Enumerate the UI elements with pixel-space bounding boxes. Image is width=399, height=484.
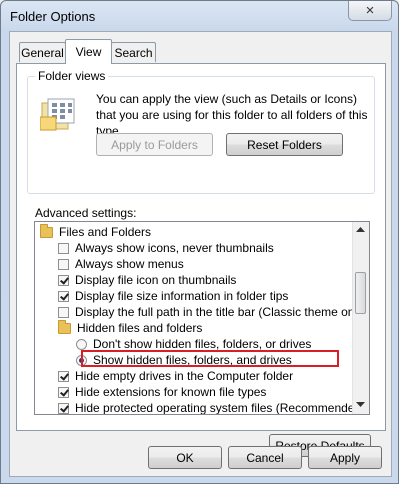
option-label: Display file icon on thumbnails bbox=[75, 273, 237, 287]
option-label: Hide protected operating system files (R… bbox=[75, 401, 366, 415]
tree-item-label: Files and Folders bbox=[59, 225, 152, 239]
option-label: Always show icons, never thumbnails bbox=[75, 241, 274, 255]
option-hide-extensions[interactable]: Hide extensions for known file types bbox=[58, 384, 266, 400]
option-label: Show hidden files, folders, and drives bbox=[93, 353, 292, 367]
option-label: Hide empty drives in the Computer folder bbox=[75, 369, 294, 383]
folder-options-window: Folder Options × General View Search Fol… bbox=[0, 0, 399, 484]
apply-to-folders-button[interactable]: Apply to Folders bbox=[96, 133, 213, 156]
option-display-file-icon[interactable]: Display file icon on thumbnails bbox=[58, 272, 236, 288]
view-tab-panel: Folder views You can apply the view (suc… bbox=[16, 63, 386, 457]
radio-button[interactable] bbox=[76, 338, 87, 350]
checkbox-checked[interactable] bbox=[58, 402, 69, 414]
checkbox[interactable] bbox=[58, 242, 69, 254]
option-hide-empty-drives[interactable]: Hide empty drives in the Computer folder bbox=[58, 368, 293, 384]
option-display-file-size[interactable]: Display file size information in folder … bbox=[58, 288, 288, 304]
advanced-settings-tree[interactable]: Files and Folders Always show icons, nev… bbox=[34, 221, 370, 415]
folder-views-icon bbox=[40, 98, 75, 131]
folder-views-label: Folder views bbox=[35, 69, 109, 83]
advanced-settings-label: Advanced settings: bbox=[35, 206, 137, 220]
folder-views-description: You can apply the view (such as Details … bbox=[96, 92, 368, 138]
close-button[interactable]: × bbox=[348, 1, 392, 21]
window-title: Folder Options bbox=[10, 9, 96, 24]
option-label: Display the full path in the title bar (… bbox=[75, 305, 368, 319]
scroll-down-arrow-icon[interactable] bbox=[356, 402, 365, 408]
scroll-up-arrow-icon[interactable] bbox=[356, 227, 365, 233]
checkbox-checked[interactable] bbox=[58, 370, 69, 382]
apply-button[interactable]: Apply bbox=[308, 446, 382, 469]
tab-general[interactable]: General bbox=[19, 42, 66, 62]
tab-search-label: Search bbox=[114, 45, 153, 60]
checkbox-checked[interactable] bbox=[58, 386, 69, 398]
scrollbar-thumb[interactable] bbox=[355, 272, 366, 314]
tree-item-hidden-files[interactable]: Hidden files and folders bbox=[58, 319, 203, 336]
tree-scrollbar[interactable] bbox=[352, 222, 369, 414]
option-label: Display file size information in folder … bbox=[75, 289, 289, 303]
dialog-client-area: General View Search Folder views You can… bbox=[9, 31, 392, 477]
close-icon: × bbox=[365, 2, 375, 19]
option-hide-protected-files[interactable]: Hide protected operating system files (R… bbox=[58, 400, 366, 415]
tree-item-files-and-folders[interactable]: Files and Folders bbox=[40, 223, 152, 240]
checkbox[interactable] bbox=[58, 258, 69, 270]
checkbox[interactable] bbox=[58, 306, 69, 318]
ok-button[interactable]: OK bbox=[148, 446, 222, 469]
option-label: Hide extensions for known file types bbox=[75, 385, 267, 399]
reset-folders-button[interactable]: Reset Folders bbox=[226, 133, 343, 156]
option-label: Always show menus bbox=[75, 257, 184, 271]
title-bar[interactable]: Folder Options × bbox=[1, 1, 398, 31]
cancel-button[interactable]: Cancel bbox=[228, 446, 302, 469]
option-show-hidden[interactable]: Show hidden files, folders, and drives bbox=[76, 352, 292, 368]
checkbox-checked[interactable] bbox=[58, 274, 69, 286]
option-always-show-menus[interactable]: Always show menus bbox=[58, 256, 184, 272]
tab-search[interactable]: Search bbox=[111, 42, 156, 62]
option-label: Don't show hidden files, folders, or dri… bbox=[93, 337, 312, 351]
option-dont-show-hidden[interactable]: Don't show hidden files, folders, or dri… bbox=[76, 336, 311, 352]
checkbox-checked[interactable] bbox=[58, 290, 69, 302]
radio-button-selected[interactable] bbox=[76, 354, 87, 366]
tree-item-label: Hidden files and folders bbox=[77, 321, 203, 335]
option-always-show-icons[interactable]: Always show icons, never thumbnails bbox=[58, 240, 274, 256]
folder-views-group: Folder views You can apply the view (suc… bbox=[27, 69, 375, 194]
tab-general-label: General bbox=[21, 45, 64, 60]
tab-view[interactable]: View bbox=[65, 39, 112, 64]
option-display-full-path[interactable]: Display the full path in the title bar (… bbox=[58, 304, 367, 320]
folder-icon bbox=[58, 319, 71, 334]
folder-icon bbox=[40, 223, 53, 238]
tab-view-label: View bbox=[75, 45, 102, 59]
